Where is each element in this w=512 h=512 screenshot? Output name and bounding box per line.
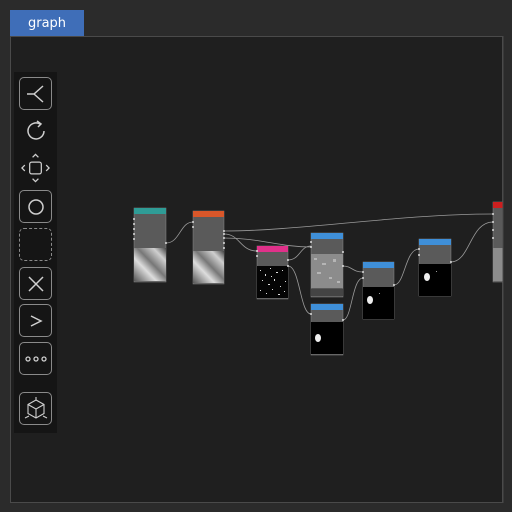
cube-view-icon <box>24 396 47 419</box>
node-n5[interactable] <box>310 303 344 356</box>
more-dots-icon <box>24 355 47 362</box>
refresh-icon <box>26 119 45 140</box>
tool-circle[interactable] <box>19 190 52 223</box>
node-preview <box>257 266 288 298</box>
node-n4[interactable] <box>310 232 344 298</box>
move-icon <box>21 153 50 182</box>
tool-dashed-selection[interactable] <box>19 228 52 261</box>
chevron-right-icon <box>30 314 43 327</box>
toolbar <box>14 72 57 433</box>
wire <box>342 265 364 273</box>
tool-chevron-right[interactable] <box>19 304 52 337</box>
node-n2[interactable] <box>192 210 225 285</box>
node-preview <box>493 248 503 281</box>
wire <box>393 248 420 286</box>
tool-cube-view[interactable] <box>19 392 52 425</box>
wire <box>342 277 364 321</box>
node-preview <box>419 264 451 296</box>
wire <box>287 265 312 315</box>
node-n7[interactable] <box>418 238 452 297</box>
node-preview <box>134 248 166 281</box>
node-preview <box>193 251 224 283</box>
wire <box>450 221 494 263</box>
wire <box>165 221 194 244</box>
node-preview <box>363 287 394 319</box>
tool-more[interactable] <box>19 342 52 375</box>
tool-move[interactable] <box>19 151 52 184</box>
tool-refresh[interactable] <box>19 114 52 147</box>
node-graph-canvas[interactable] <box>0 0 512 512</box>
circle-icon <box>27 198 44 215</box>
node-n8[interactable] <box>492 201 504 283</box>
branch-icon <box>26 84 43 103</box>
wire <box>223 213 494 232</box>
node-n3[interactable] <box>256 245 289 300</box>
wire <box>287 245 312 261</box>
node-n6[interactable] <box>362 261 395 320</box>
node-n1[interactable] <box>133 207 167 283</box>
wire <box>223 233 258 252</box>
tool-branch[interactable] <box>19 77 52 110</box>
tool-close[interactable] <box>19 267 52 300</box>
close-icon <box>27 275 44 292</box>
